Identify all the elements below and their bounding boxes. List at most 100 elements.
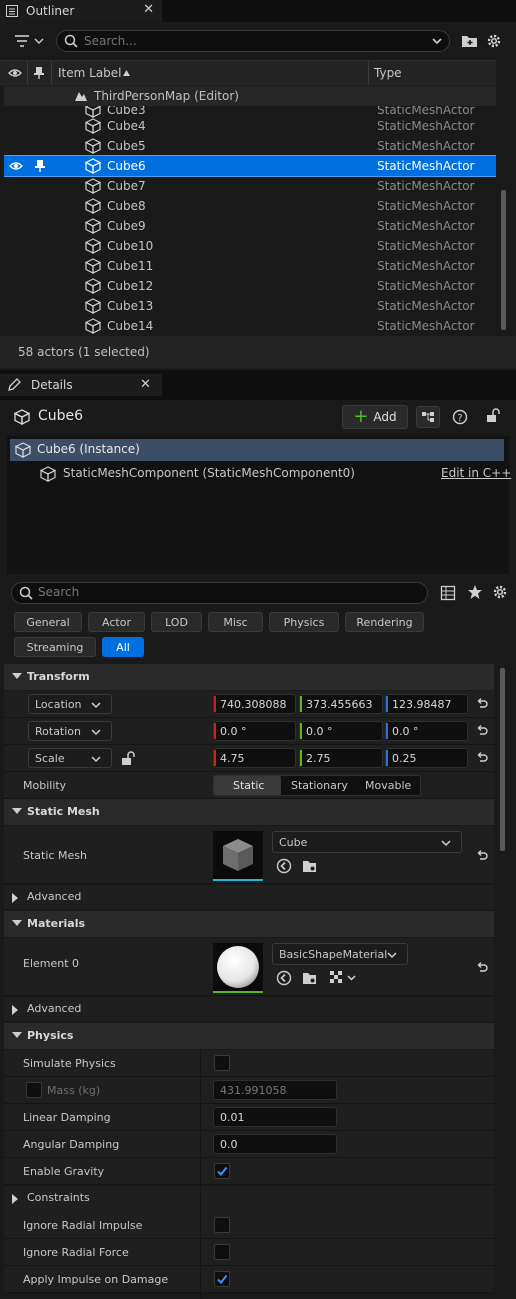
lock-icon[interactable] [120, 751, 136, 767]
blueprint-icon[interactable] [416, 406, 440, 428]
pin-icon[interactable] [34, 159, 46, 173]
chevron-down-icon[interactable] [431, 35, 443, 47]
static-mesh-thumbnail[interactable] [213, 831, 263, 881]
scale-z-field[interactable]: 0.25 [385, 748, 468, 768]
filter-all-button[interactable]: All [102, 637, 144, 657]
material-thumbnail[interactable] [213, 943, 263, 993]
linear-damping-field[interactable]: 0.01 [213, 1107, 337, 1127]
outliner-scrollbar[interactable] [501, 190, 506, 330]
rotation-x-field[interactable]: 0.0 ° [213, 721, 296, 741]
map-row[interactable]: ThirdPersonMap (Editor) [4, 86, 496, 106]
filter-misc-button[interactable]: Misc [208, 612, 263, 632]
map-label: ThirdPersonMap (Editor) [94, 89, 239, 103]
materials-advanced[interactable]: Advanced [4, 997, 494, 1021]
details-tab[interactable]: Details ✕ [0, 374, 162, 396]
table-row[interactable]: Cube13 StaticMeshActor [4, 296, 496, 316]
add-folder-icon[interactable] [461, 33, 479, 49]
actor-name[interactable]: Cube6 [38, 408, 83, 424]
filter-actor-button[interactable]: Actor [88, 612, 145, 632]
gear-icon[interactable] [492, 584, 508, 600]
use-selected-icon[interactable] [276, 970, 292, 986]
browse-icon[interactable] [302, 970, 318, 986]
eye-icon[interactable] [8, 66, 22, 80]
table-row[interactable]: Cube8 StaticMeshActor [4, 196, 496, 216]
constraints-row[interactable]: Constraints [4, 1186, 494, 1212]
mobility-option-stationary[interactable]: Stationary [291, 779, 348, 792]
outliner-tab[interactable]: Outliner ✕ [0, 0, 162, 22]
filter-rendering-button[interactable]: Rendering [345, 612, 424, 632]
mobility-option-static[interactable]: Static [233, 779, 264, 792]
static-mesh-advanced[interactable]: Advanced [4, 885, 494, 909]
use-selected-icon[interactable] [276, 858, 292, 874]
table-row[interactable]: Cube12 StaticMeshActor [4, 276, 496, 296]
filter-icon[interactable] [14, 33, 44, 49]
checker-icon[interactable] [329, 970, 357, 986]
help-icon[interactable]: ? [452, 409, 468, 425]
filter-physics-button[interactable]: Physics [269, 612, 339, 632]
details-search-input[interactable] [38, 585, 418, 599]
reset-arrow-icon[interactable] [476, 961, 488, 973]
filter-lod-button[interactable]: LOD [151, 612, 202, 632]
scale-x-field[interactable]: 4.75 [213, 748, 296, 768]
location-y-field[interactable]: 373.455663 [299, 694, 383, 714]
outliner-search-input[interactable] [84, 34, 414, 48]
location-x-field[interactable]: 740.308088 [213, 694, 296, 714]
edit-in-cpp-link[interactable]: Edit in C++ [441, 466, 511, 480]
table-row[interactable]: Cube9 StaticMeshActor [4, 216, 496, 236]
add-button[interactable]: + Add [342, 405, 408, 429]
mobility-option-movable[interactable]: Movable [365, 779, 411, 792]
enable-gravity-checkbox[interactable] [214, 1163, 230, 1179]
eye-icon[interactable] [9, 159, 23, 173]
reset-arrow-icon[interactable] [476, 849, 488, 861]
column-item-label[interactable]: Item Label [58, 66, 122, 80]
static-mesh-picker[interactable]: Cube [272, 831, 462, 853]
table-row[interactable]: Cube10 StaticMeshActor [4, 236, 496, 256]
mass-override-checkbox[interactable] [26, 1082, 42, 1098]
location-dropdown[interactable]: Location [28, 694, 112, 714]
browse-icon[interactable] [302, 858, 318, 874]
location-z-field[interactable]: 123.98487 [385, 694, 468, 714]
table-row[interactable]: Cube4 StaticMeshActor [4, 116, 496, 136]
column-type[interactable]: Type [374, 66, 402, 80]
gear-icon[interactable] [486, 33, 502, 49]
details-scrollbar[interactable] [500, 668, 505, 851]
table-row[interactable]: Cube7 StaticMeshActor [4, 176, 496, 196]
angular-damping-field[interactable]: 0.0 [213, 1134, 337, 1154]
scale-y-field[interactable]: 2.75 [299, 748, 383, 768]
rotation-y-field[interactable]: 0.0 ° [299, 721, 383, 741]
table-row[interactable]: Cube11 StaticMeshActor [4, 256, 496, 276]
section-transform[interactable]: Transform [4, 664, 494, 690]
pin-icon[interactable] [33, 66, 45, 80]
table-row[interactable]: Cube5 StaticMeshActor [4, 136, 496, 156]
close-icon[interactable]: ✕ [143, 2, 154, 17]
details-search[interactable] [11, 582, 428, 604]
table-row[interactable]: Cube14 StaticMeshActor [4, 316, 496, 336]
component-label[interactable]: StaticMeshComponent (StaticMeshComponent… [63, 466, 355, 480]
section-physics[interactable]: Physics [4, 1023, 494, 1049]
reset-arrow-icon[interactable] [476, 724, 488, 736]
simulate-physics-checkbox[interactable] [214, 1055, 230, 1071]
star-icon[interactable] [467, 584, 483, 600]
ignore-radial-impulse-checkbox[interactable] [214, 1217, 230, 1233]
table-view-icon[interactable] [440, 585, 456, 601]
ignore-radial-force-checkbox[interactable] [214, 1244, 230, 1260]
apply-impulse-checkbox[interactable] [214, 1271, 230, 1287]
filter-general-button[interactable]: General [14, 612, 82, 632]
sort-up-icon[interactable] [122, 69, 131, 77]
reset-arrow-icon[interactable] [476, 697, 488, 709]
table-row[interactable]: Cube6 StaticMeshActor [4, 155, 496, 177]
instance-row[interactable]: Cube6 (Instance) [10, 439, 504, 461]
section-static-mesh[interactable]: Static Mesh [4, 799, 494, 825]
close-icon[interactable]: ✕ [140, 377, 151, 392]
scale-dropdown[interactable]: Scale [28, 748, 112, 768]
add-button-label: Add [373, 410, 397, 424]
material-picker[interactable]: BasicShapeMaterial [272, 943, 408, 965]
rotation-dropdown[interactable]: Rotation [28, 721, 112, 741]
outliner-search[interactable] [56, 30, 450, 52]
rotation-z-field[interactable]: 0.0 ° [385, 721, 468, 741]
reset-arrow-icon[interactable] [476, 751, 488, 763]
item-type: StaticMeshActor [377, 179, 475, 193]
filter-streaming-button[interactable]: Streaming [14, 637, 96, 657]
section-materials[interactable]: Materials [4, 911, 494, 937]
lock-icon[interactable] [485, 408, 501, 424]
